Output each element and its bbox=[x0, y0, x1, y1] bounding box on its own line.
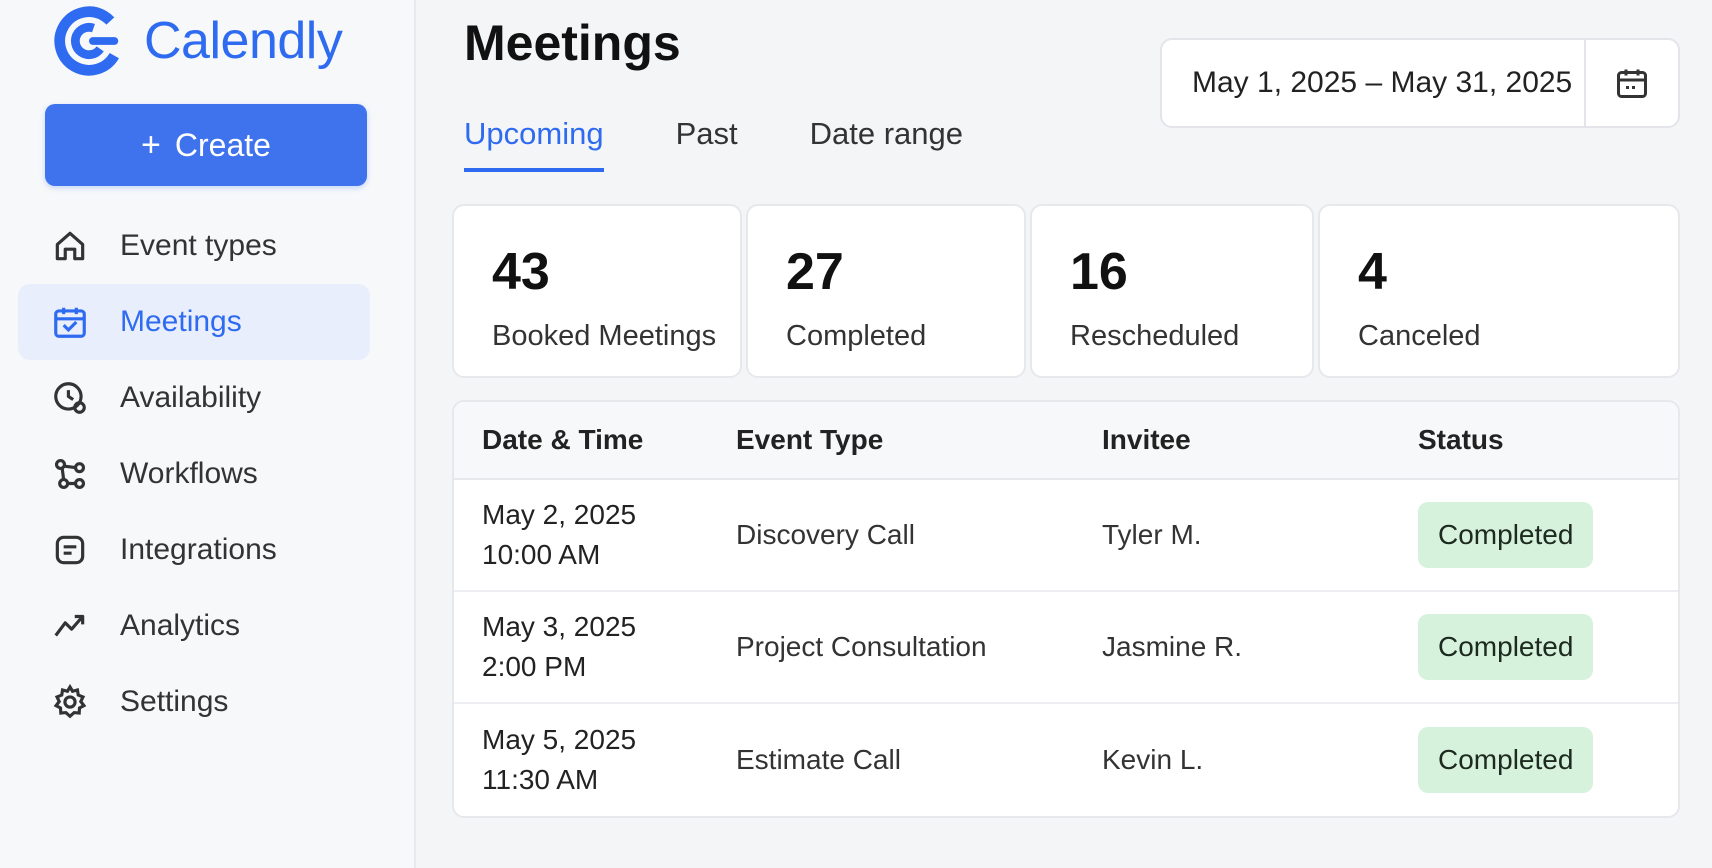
calendar-picker-button[interactable] bbox=[1584, 40, 1678, 126]
clock-icon bbox=[50, 378, 90, 418]
cell-event-type: Project Consultation bbox=[736, 631, 987, 662]
column-header-invitee[interactable]: Invitee bbox=[1102, 424, 1418, 456]
cell-event-type: Estimate Call bbox=[736, 744, 901, 775]
integrations-icon bbox=[50, 530, 90, 570]
table-row[interactable]: May 5, 2025 11:30 AM Estimate Call Kevin… bbox=[454, 704, 1678, 816]
table-header: Date & Time Event Type Invitee Status bbox=[454, 402, 1678, 480]
cell-date-time: May 5, 2025 11:30 AM bbox=[454, 720, 736, 800]
cell-event-type: Discovery Call bbox=[736, 519, 915, 550]
logo[interactable]: Calendly bbox=[50, 2, 343, 80]
cell-date-time: May 3, 2025 2:00 PM bbox=[454, 607, 736, 687]
create-button[interactable]: + Create bbox=[45, 104, 367, 186]
home-icon bbox=[50, 226, 90, 266]
stat-label: Canceled bbox=[1358, 320, 1481, 352]
sidebar-item-label: Event types bbox=[120, 229, 277, 262]
calendar-icon bbox=[50, 302, 90, 342]
cell-invitee: Tyler M. bbox=[1102, 519, 1202, 550]
sidebar-item-label: Workflows bbox=[120, 457, 258, 490]
workflow-icon bbox=[50, 454, 90, 494]
sidebar-item-workflows[interactable]: Workflows bbox=[18, 436, 370, 512]
tab-date-range[interactable]: Date range bbox=[810, 116, 963, 172]
table-row[interactable]: May 3, 2025 2:00 PM Project Consultation… bbox=[454, 592, 1678, 704]
date-range-picker[interactable]: May 1, 2025 – May 31, 2025 bbox=[1160, 38, 1680, 128]
meeting-time: 2:00 PM bbox=[482, 651, 587, 682]
create-button-label: Create bbox=[174, 126, 271, 163]
sidebar-item-settings[interactable]: Settings bbox=[18, 664, 370, 740]
stat-label: Completed bbox=[786, 320, 927, 352]
stat-card-booked: 43 Booked Meetings bbox=[452, 204, 742, 378]
cell-date-time: May 2, 2025 10:00 AM bbox=[454, 495, 736, 575]
sidebar-item-label: Availability bbox=[120, 381, 262, 414]
status-badge: Completed bbox=[1418, 727, 1594, 793]
meetings-table: Date & Time Event Type Invitee Status Ma… bbox=[452, 400, 1680, 818]
column-header-status[interactable]: Status bbox=[1418, 424, 1678, 456]
stat-value: 43 bbox=[492, 243, 550, 301]
sidebar-item-meetings[interactable]: Meetings bbox=[18, 284, 370, 360]
status-badge: Completed bbox=[1418, 502, 1594, 568]
cell-invitee: Kevin L. bbox=[1102, 744, 1204, 775]
cell-status: Completed bbox=[1418, 614, 1678, 680]
sidebar-item-label: Settings bbox=[120, 685, 229, 718]
stat-card-completed: 27 Completed bbox=[746, 204, 1026, 378]
calendar-icon bbox=[1617, 69, 1647, 98]
sidebar-item-analytics[interactable]: Analytics bbox=[18, 588, 370, 664]
app-name: Calendly bbox=[144, 12, 343, 70]
calendly-logo-icon bbox=[54, 6, 124, 76]
stats-cards: 43 Booked Meetings 27 Completed 16 Resch… bbox=[452, 204, 1680, 378]
cell-status: Completed bbox=[1418, 727, 1678, 793]
stat-card-rescheduled: 16 Rescheduled bbox=[1030, 204, 1314, 378]
sidebar-nav: Event types Meetings Availability Workfl… bbox=[18, 208, 370, 740]
sidebar-item-label: Meetings bbox=[120, 305, 242, 338]
stat-value: 16 bbox=[1070, 243, 1128, 301]
meeting-tabs: Upcoming Past Date range bbox=[464, 116, 963, 172]
stat-label: Booked Meetings bbox=[492, 320, 717, 352]
sidebar-item-label: Integrations bbox=[120, 533, 277, 566]
table-row[interactable]: May 2, 2025 10:00 AM Discovery Call Tyle… bbox=[454, 480, 1678, 592]
sidebar-item-label: Analytics bbox=[120, 609, 241, 642]
meeting-date: May 3, 2025 bbox=[482, 611, 637, 642]
stat-value: 4 bbox=[1358, 243, 1387, 301]
stat-card-canceled: 4 Canceled bbox=[1318, 204, 1680, 378]
meeting-time: 11:30 AM bbox=[482, 764, 599, 795]
cell-status: Completed bbox=[1418, 502, 1678, 568]
meeting-time: 10:00 AM bbox=[482, 539, 601, 570]
page-title: Meetings bbox=[464, 15, 681, 71]
main-content: Meetings May 1, 2025 – May 31, 2025 Upco… bbox=[418, 0, 1712, 868]
cell-invitee: Jasmine R. bbox=[1102, 631, 1243, 662]
meeting-date: May 5, 2025 bbox=[482, 724, 637, 755]
sidebar: Calendly + Create Event types Meetings A… bbox=[0, 0, 416, 868]
sidebar-item-event-types[interactable]: Event types bbox=[18, 208, 370, 284]
plus-icon: + bbox=[141, 126, 161, 164]
column-header-date-time[interactable]: Date & Time bbox=[454, 424, 736, 456]
meeting-date: May 2, 2025 bbox=[482, 499, 637, 530]
tab-past[interactable]: Past bbox=[676, 116, 738, 172]
stat-label: Rescheduled bbox=[1070, 320, 1240, 352]
stat-value: 27 bbox=[786, 243, 844, 301]
sidebar-item-integrations[interactable]: Integrations bbox=[18, 512, 370, 588]
tab-upcoming[interactable]: Upcoming bbox=[464, 116, 604, 172]
column-header-event-type[interactable]: Event Type bbox=[736, 424, 1102, 456]
status-badge: Completed bbox=[1418, 614, 1594, 680]
gear-icon bbox=[50, 682, 90, 722]
sidebar-item-availability[interactable]: Availability bbox=[18, 360, 370, 436]
date-range-value[interactable]: May 1, 2025 – May 31, 2025 bbox=[1162, 40, 1584, 126]
analytics-icon bbox=[50, 606, 90, 646]
